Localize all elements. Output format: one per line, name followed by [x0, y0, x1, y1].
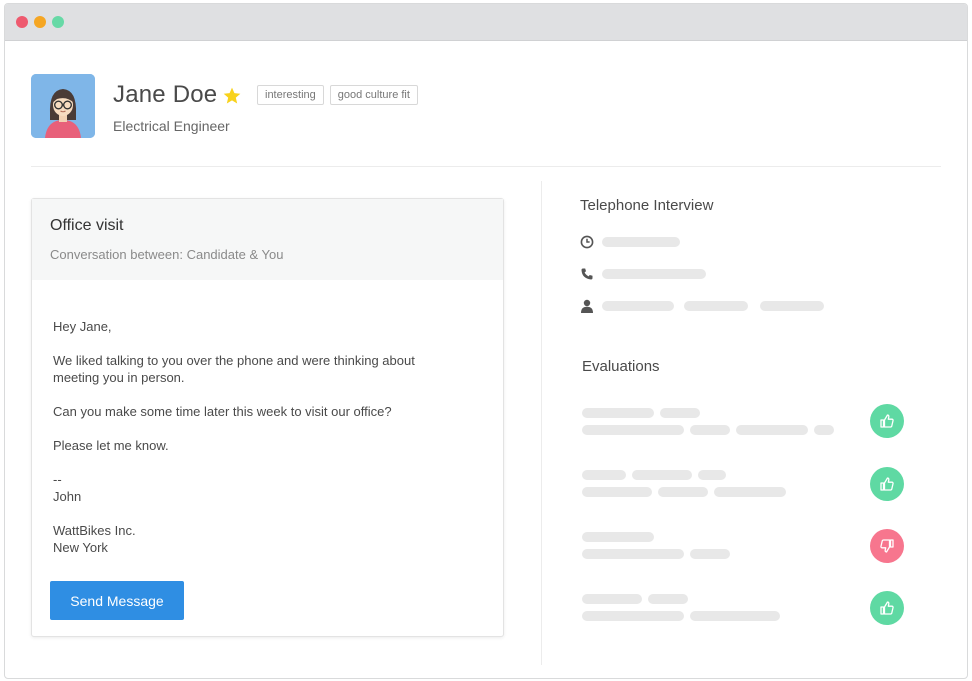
interviewers-row — [580, 299, 824, 313]
placeholder-bar — [632, 470, 692, 480]
evaluation-item[interactable] — [582, 529, 904, 565]
placeholder-line — [582, 532, 654, 542]
message-line: meeting you in person. — [53, 370, 185, 385]
right-panel: Telephone Interview Evaluations — [580, 197, 910, 667]
placeholder-bar — [582, 611, 684, 621]
placeholder-bar — [648, 594, 688, 604]
message-greeting: Hey Jane, — [53, 319, 112, 334]
placeholder-bar — [602, 237, 680, 247]
message-title: Office visit — [50, 217, 124, 234]
placeholder-bar — [602, 269, 706, 279]
placeholder-bar — [690, 425, 730, 435]
send-message-button[interactable]: Send Message — [50, 581, 184, 620]
placeholder-bar — [582, 470, 626, 480]
person-icon — [581, 299, 593, 313]
placeholder-bar — [760, 301, 824, 311]
signature-dash: -- — [53, 472, 62, 487]
placeholder-bar — [660, 408, 700, 418]
evaluations-title: Evaluations — [582, 358, 660, 375]
company-city: New York — [53, 540, 108, 555]
app-window: Jane Doe Electrical Engineer interesting… — [4, 3, 968, 679]
evaluation-item[interactable] — [582, 404, 904, 440]
placeholder-bar — [602, 301, 674, 311]
evaluation-item[interactable] — [582, 591, 904, 627]
header-divider — [31, 166, 941, 167]
tag-good-culture-fit[interactable]: good culture fit — [329, 85, 418, 105]
avatar — [31, 74, 95, 138]
placeholder-bar — [814, 425, 834, 435]
thumbs-up-icon — [870, 404, 904, 438]
maximize-window-button[interactable] — [52, 16, 64, 28]
interview-phone-row — [580, 267, 706, 281]
placeholder-bar — [690, 549, 730, 559]
evaluation-item[interactable] — [582, 467, 904, 503]
message-company: WattBikes Inc. New York — [53, 522, 482, 556]
close-window-button[interactable] — [16, 16, 28, 28]
company-name: WattBikes Inc. — [53, 523, 136, 538]
placeholder-bar — [690, 611, 780, 621]
star-icon[interactable] — [222, 86, 242, 106]
placeholder-line — [582, 487, 786, 497]
placeholder-line — [582, 611, 780, 621]
placeholder-line — [582, 470, 726, 480]
thumbs-down-icon — [870, 529, 904, 563]
minimize-window-button[interactable] — [34, 16, 46, 28]
message-body[interactable]: Hey Jane, We liked talking to you over t… — [32, 280, 503, 556]
phone-icon — [581, 268, 593, 280]
placeholder-line — [582, 594, 688, 604]
interview-time-row — [580, 235, 680, 249]
placeholder-line — [582, 549, 730, 559]
thumbs-up-icon — [870, 467, 904, 501]
candidate-role: Electrical Engineer — [113, 118, 230, 134]
clock-icon — [580, 235, 594, 249]
telephone-interview-title: Telephone Interview — [580, 197, 714, 214]
column-divider — [541, 181, 542, 665]
placeholder-bar — [698, 470, 726, 480]
placeholder-bar — [736, 425, 808, 435]
placeholder-bar — [582, 408, 654, 418]
thumbs-up-icon — [870, 591, 904, 625]
candidate-tags: interesting good culture fit — [257, 85, 418, 105]
placeholder-line — [582, 425, 834, 435]
placeholder-bar — [582, 594, 642, 604]
message-card: Office visit Conversation between: Candi… — [31, 198, 504, 637]
avatar-illustration-icon — [31, 74, 95, 138]
message-line: We liked talking to you over the phone a… — [53, 353, 415, 368]
placeholder-bar — [582, 532, 654, 542]
placeholder-bar — [582, 425, 684, 435]
signature-name: John — [53, 489, 82, 504]
tag-interesting[interactable]: interesting — [257, 85, 324, 105]
message-paragraph: Can you make some time later this week t… — [53, 404, 392, 419]
message-subtitle: Conversation between: Candidate & You — [50, 247, 284, 262]
placeholder-bar — [684, 301, 748, 311]
message-paragraph: Please let me know. — [53, 438, 169, 453]
candidate-profile-header: Jane Doe Electrical Engineer interesting… — [31, 74, 941, 168]
window-titlebar — [5, 4, 967, 41]
placeholder-bar — [714, 487, 786, 497]
candidate-name: Jane Doe — [113, 81, 218, 108]
placeholder-bar — [658, 487, 708, 497]
placeholder-line — [582, 408, 700, 418]
placeholder-bar — [582, 549, 684, 559]
message-signature: -- John — [53, 471, 482, 505]
message-paragraph: We liked talking to you over the phone a… — [53, 352, 482, 386]
message-card-header: Office visit Conversation between: Candi… — [32, 199, 503, 280]
placeholder-bar — [582, 487, 652, 497]
